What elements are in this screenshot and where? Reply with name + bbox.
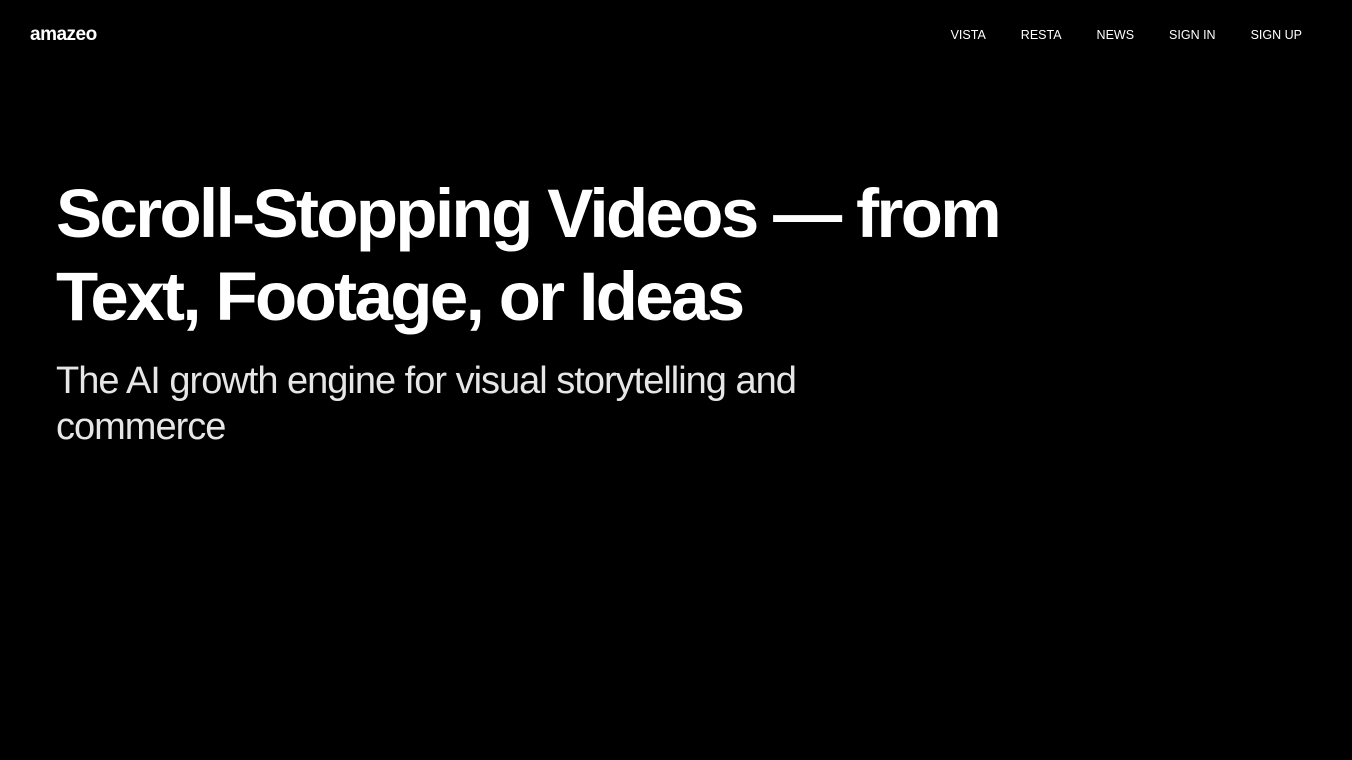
hero-title-line-1: Scroll-Stopping Videos — from [56, 175, 1002, 252]
logo-link[interactable]: amazeo [30, 22, 97, 48]
site-header: amazeo VISTA RESTA NEWS SIGN IN SIGN UP [0, 0, 1352, 70]
nav-item-sign-in[interactable]: SIGN IN [1169, 26, 1216, 44]
nav-item-vista[interactable]: VISTA [951, 26, 986, 44]
page: amazeo VISTA RESTA NEWS SIGN IN SIGN UP … [0, 0, 1352, 760]
hero-subtitle: The AI growth engine for visual storytel… [56, 360, 797, 448]
main-nav: VISTA RESTA NEWS SIGN IN SIGN UP [916, 26, 1302, 44]
nav-item-news[interactable]: NEWS [1097, 26, 1135, 44]
hero-title: Scroll-Stopping Videos — from Text, Foota… [56, 172, 1016, 338]
nav-item-sign-up[interactable]: SIGN UP [1251, 26, 1302, 44]
hero-title-line-2: Text, Footage, or Ideas [56, 258, 745, 335]
nav-item-resta[interactable]: RESTA [1021, 26, 1062, 44]
hero-section: Scroll-Stopping Videos — from Text, Foota… [56, 172, 1016, 450]
